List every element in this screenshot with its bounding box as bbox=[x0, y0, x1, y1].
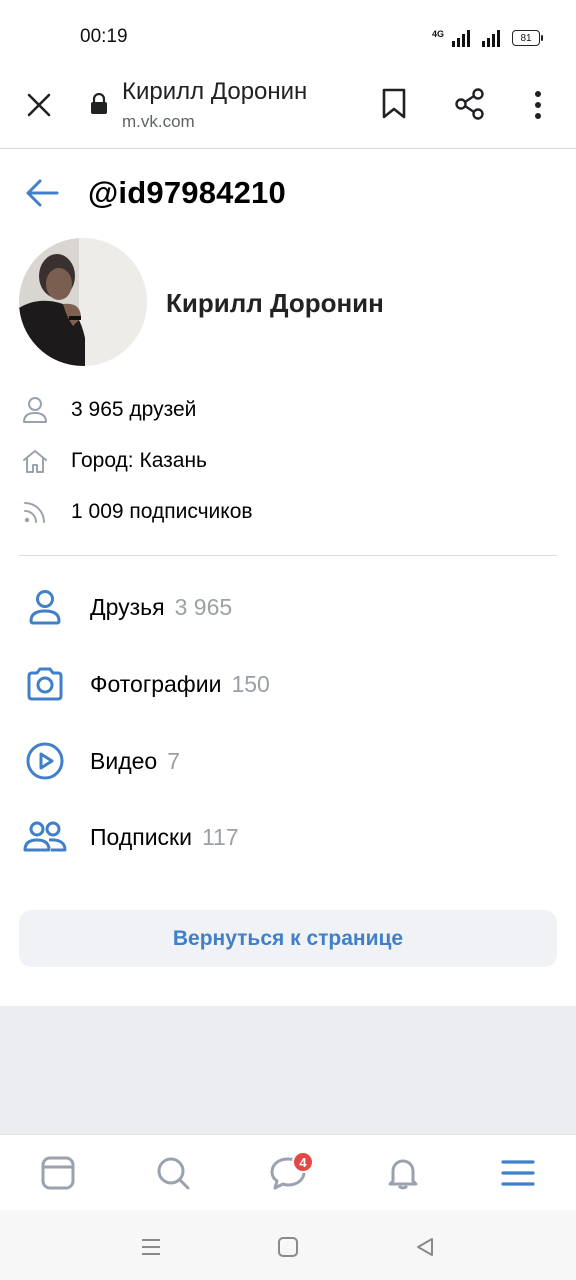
back-button[interactable] bbox=[410, 1232, 440, 1262]
recent-apps-icon bbox=[142, 1239, 160, 1255]
tab-notifications[interactable] bbox=[379, 1149, 427, 1197]
profile-handle: @id97984210 bbox=[88, 175, 286, 210]
menu-item-photos[interactable]: Фотографии 150 bbox=[20, 660, 560, 708]
lock-icon bbox=[91, 93, 107, 114]
home-icon bbox=[20, 446, 50, 476]
rss-icon bbox=[20, 497, 50, 527]
menu-item-friends[interactable]: Друзья 3 965 bbox=[20, 583, 560, 631]
friends-icon bbox=[20, 583, 70, 631]
page-title: Кирилл Доронин bbox=[122, 78, 308, 105]
messages-badge: 4 bbox=[292, 1151, 314, 1173]
menu-label-subscriptions: Подписки bbox=[90, 823, 192, 850]
tab-messages[interactable]: 4 bbox=[264, 1149, 314, 1197]
return-to-page-button[interactable]: Вернуться к странице bbox=[19, 910, 557, 967]
menu-item-video[interactable]: Видео 7 bbox=[20, 737, 560, 785]
home-button[interactable] bbox=[273, 1232, 303, 1262]
bookmark-icon[interactable] bbox=[381, 88, 407, 120]
back-triangle-icon bbox=[417, 1238, 433, 1256]
menu-count-video: 7 bbox=[167, 747, 180, 774]
hamburger-menu-icon bbox=[501, 1160, 535, 1186]
menu-label-video: Видео bbox=[90, 747, 158, 774]
divider bbox=[19, 555, 557, 556]
back-arrow-icon[interactable] bbox=[25, 178, 59, 208]
subscriptions-icon bbox=[20, 813, 70, 861]
menu-count-subscriptions: 117 bbox=[201, 823, 239, 850]
system-navigation-bar bbox=[0, 1210, 576, 1280]
video-play-icon bbox=[20, 737, 70, 785]
menu-count-photos: 150 bbox=[231, 670, 270, 697]
search-icon bbox=[157, 1157, 190, 1190]
avatar-photo bbox=[19, 238, 147, 366]
page-url[interactable]: m.vk.com bbox=[122, 112, 195, 132]
info-row-friends: 3 965 друзей bbox=[20, 393, 196, 427]
info-row-followers: 1 009 подписчиков bbox=[20, 495, 253, 529]
menu-count-friends: 3 965 bbox=[174, 593, 233, 620]
status-time: 00:19 bbox=[80, 26, 128, 47]
bell-icon bbox=[388, 1159, 418, 1190]
close-icon[interactable] bbox=[26, 92, 52, 118]
city-text: Город: Казань bbox=[71, 449, 207, 472]
more-menu-icon[interactable] bbox=[533, 90, 543, 120]
status-icons: 4G 81 bbox=[431, 26, 543, 50]
battery-level: 81 bbox=[520, 32, 532, 44]
signal-icon bbox=[452, 30, 470, 47]
news-icon bbox=[41, 1156, 75, 1190]
signal-icon-2 bbox=[482, 30, 500, 47]
battery-icon: 81 bbox=[512, 30, 543, 46]
gray-background bbox=[0, 1006, 576, 1134]
menu-label-friends: Друзья bbox=[90, 593, 165, 620]
browser-toolbar: Кирилл Доронин m.vk.com bbox=[0, 68, 576, 149]
recent-apps-button[interactable] bbox=[136, 1232, 166, 1262]
camera-icon bbox=[20, 660, 70, 708]
bottom-tabbar: 4 bbox=[0, 1134, 576, 1209]
network-type: 4G bbox=[431, 29, 444, 39]
tab-menu[interactable] bbox=[494, 1149, 542, 1197]
share-icon[interactable] bbox=[454, 88, 486, 120]
avatar[interactable] bbox=[19, 238, 147, 366]
profile-name: Кирилл Доронин bbox=[166, 288, 384, 318]
tab-news[interactable] bbox=[34, 1149, 82, 1197]
followers-count-text: 1 009 подписчиков bbox=[71, 500, 253, 523]
home-square-icon bbox=[278, 1237, 298, 1257]
tab-search[interactable] bbox=[149, 1149, 197, 1197]
info-row-city: Город: Казань bbox=[20, 444, 207, 478]
menu-item-subscriptions[interactable]: Подписки 117 bbox=[20, 813, 560, 861]
menu-label-photos: Фотографии bbox=[90, 670, 222, 697]
friends-count-text: 3 965 друзей bbox=[71, 398, 197, 421]
person-icon bbox=[20, 395, 50, 425]
